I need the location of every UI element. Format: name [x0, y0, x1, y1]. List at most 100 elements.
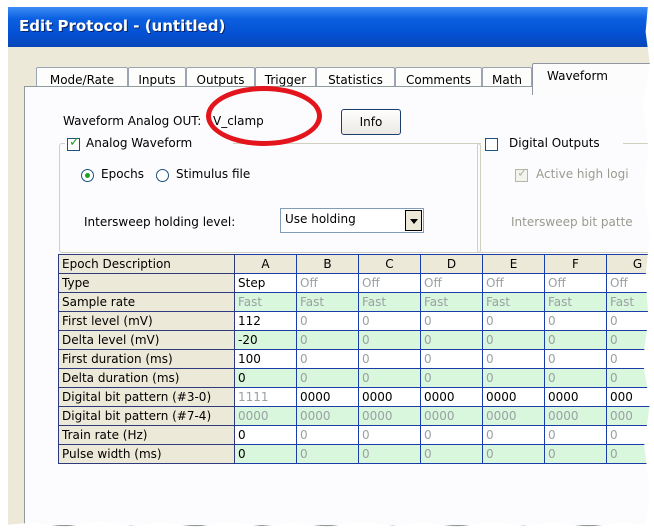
table-cell[interactable]: Off [420, 273, 483, 293]
column-header[interactable]: B [296, 254, 359, 274]
column-header[interactable]: D [420, 254, 483, 274]
table-cell[interactable]: 0 [482, 444, 545, 464]
table-cell[interactable]: 0 [358, 425, 421, 445]
table-cell[interactable]: 0 [544, 368, 607, 388]
table-cell[interactable]: 0 [358, 330, 421, 350]
stimulus-file-radio[interactable] [156, 169, 169, 182]
table-cell[interactable]: 0 [544, 425, 607, 445]
table-cell[interactable]: 0 [420, 368, 483, 388]
column-header[interactable]: C [358, 254, 421, 274]
epochs-radio-label: Epochs [101, 167, 144, 181]
table-cell[interactable]: 0 [420, 425, 483, 445]
table-cell[interactable]: 000 [606, 406, 654, 426]
analog-waveform-label: Analog Waveform [86, 136, 193, 150]
table-cell[interactable]: 0 [296, 425, 359, 445]
table-cell[interactable]: Step [234, 273, 297, 293]
table-cell[interactable]: Fast [544, 292, 607, 312]
active-high-logic-checkbox[interactable]: ✓ [515, 166, 528, 182]
row-label: Delta level (mV) [58, 330, 235, 350]
table-cell[interactable]: 0000 [544, 406, 607, 426]
table-cell[interactable]: 0 [420, 311, 483, 331]
table-row: Digital bit pattern (#7-4) 0000 0000 0000 00… [58, 406, 654, 426]
table-cell[interactable]: 0 [544, 349, 607, 369]
table-cell[interactable]: 0000 [234, 406, 297, 426]
table-cell[interactable]: 1111 [234, 387, 297, 407]
digital-outputs-checkbox[interactable] [485, 138, 498, 151]
table-cell[interactable]: 0 [234, 368, 297, 388]
row-label: First level (mV) [58, 311, 235, 331]
digital-outputs-group [477, 143, 654, 253]
table-cell[interactable]: 0 [296, 444, 359, 464]
table-row: First level (mV) 112 0 0 0 0 0 0 [58, 311, 654, 331]
table-cell[interactable]: 0 [296, 349, 359, 369]
table-cell[interactable]: 0 [234, 444, 297, 464]
table-cell[interactable]: 0 [296, 311, 359, 331]
table-cell[interactable]: 0000 [482, 406, 545, 426]
table-cell[interactable]: 0000 [296, 387, 359, 407]
chevron-down-icon[interactable] [405, 210, 422, 231]
table-cell[interactable]: 0 [482, 330, 545, 350]
table-cell[interactable]: 0000 [358, 387, 421, 407]
row-label: Sample rate [58, 292, 235, 312]
intersweep-bit-pattern-label: Intersweep bit patte [511, 215, 633, 229]
table-cell[interactable]: 0 [358, 311, 421, 331]
table-cell[interactable]: Off [482, 273, 545, 293]
table-cell[interactable]: 0 [482, 311, 545, 331]
digital-outputs-label: Digital Outputs [509, 136, 600, 150]
table-cell[interactable]: 0 [482, 349, 545, 369]
table-row: Type Step Off Off Off Off Off Off [58, 273, 654, 293]
table-cell[interactable]: 0 [544, 444, 607, 464]
title-bar[interactable]: Edit Protocol - (untitled) [8, 7, 654, 47]
table-cell[interactable]: Fast [420, 292, 483, 312]
table-cell[interactable]: Off [296, 273, 359, 293]
intersweep-holding-select[interactable]: Use holding [280, 208, 424, 233]
row-label: Type [58, 273, 235, 293]
table-cell[interactable]: 0 [296, 368, 359, 388]
table-cell[interactable]: 0000 [296, 406, 359, 426]
table-cell[interactable]: 0000 [358, 406, 421, 426]
table-cell[interactable]: 0 [482, 368, 545, 388]
table-cell[interactable]: 0000 [544, 387, 607, 407]
table-cell[interactable]: 0 [234, 425, 297, 445]
table-cell[interactable]: Fast [358, 292, 421, 312]
table-cell[interactable]: 0000 [420, 406, 483, 426]
intersweep-holding-label: Intersweep holding level: [84, 215, 236, 229]
table-cell[interactable]: 0 [358, 368, 421, 388]
table-row: Sample rate Fast Fast Fast Fast Fast Fast Fast [58, 292, 654, 312]
table-cell[interactable]: 0 [358, 349, 421, 369]
stimulus-file-radio-label: Stimulus file [176, 167, 251, 181]
table-cell[interactable]: Off [544, 273, 607, 293]
epoch-table-header: Epoch Description A B C D E F G [58, 254, 654, 274]
checkmark-icon: ✓ [69, 135, 80, 150]
table-cell[interactable]: 0 [420, 330, 483, 350]
table-cell[interactable]: 0 [544, 311, 607, 331]
epoch-table: Epoch Description A B C D E F G Type Step… [58, 254, 654, 464]
table-cell[interactable]: 112 [234, 311, 297, 331]
table-cell[interactable]: 0 [482, 425, 545, 445]
column-header[interactable]: A [234, 254, 297, 274]
column-header[interactable]: F [544, 254, 607, 274]
table-cell[interactable]: Off [358, 273, 421, 293]
column-header[interactable]: E [482, 254, 545, 274]
tab-waveform[interactable]: Waveform [532, 63, 654, 95]
table-cell[interactable]: -20 [234, 330, 297, 350]
table-cell[interactable]: 0 [420, 349, 483, 369]
analog-waveform-checkbox[interactable]: ✓ [67, 135, 80, 151]
table-cell[interactable]: 0 [296, 330, 359, 350]
table-cell[interactable]: 0 [420, 444, 483, 464]
table-cell[interactable]: 0 [606, 311, 654, 331]
table-cell[interactable]: 0000 [482, 387, 545, 407]
table-row: Delta duration (ms) 0 0 0 0 0 0 0 [58, 368, 654, 388]
table-cell[interactable]: Fast [296, 292, 359, 312]
table-cell[interactable]: 0 [544, 330, 607, 350]
analog-waveform-group [59, 143, 481, 253]
info-button[interactable]: Info [341, 109, 401, 135]
table-cell[interactable]: 0 [358, 444, 421, 464]
epochs-radio[interactable] [81, 169, 94, 182]
table-cell[interactable]: 000 [606, 387, 654, 407]
table-cell[interactable]: Fast [234, 292, 297, 312]
row-label: Digital bit pattern (#7-4) [58, 406, 235, 426]
table-cell[interactable]: 100 [234, 349, 297, 369]
table-cell[interactable]: 0000 [420, 387, 483, 407]
table-cell[interactable]: Fast [482, 292, 545, 312]
